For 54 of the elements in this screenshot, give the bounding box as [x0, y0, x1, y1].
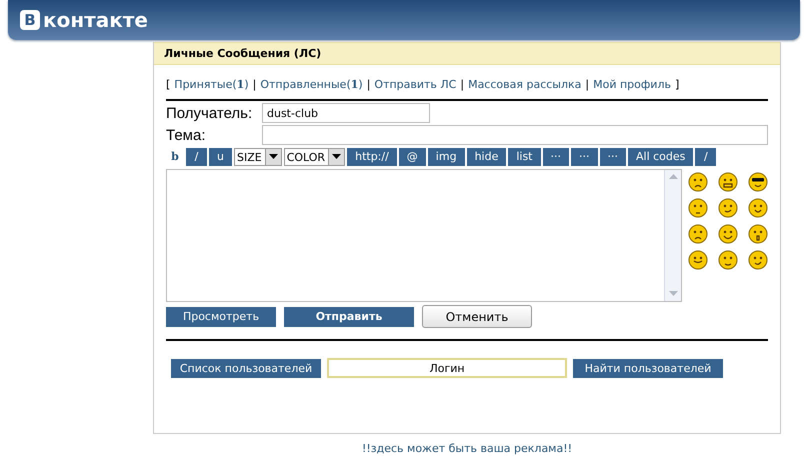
logo-text[interactable]: контакте: [43, 8, 148, 32]
format-dropdown[interactable]: SIZE: [234, 148, 282, 166]
format-button[interactable]: /: [695, 148, 716, 166]
format-button[interactable]: @: [398, 148, 426, 166]
nav-link[interactable]: Массовая рассылка: [468, 78, 582, 91]
subject-label: Тема:: [166, 126, 206, 144]
format-button[interactable]: All codes: [628, 148, 694, 166]
separator: |: [585, 78, 590, 91]
separator: |: [252, 78, 256, 91]
smiley-icon[interactable]: [688, 224, 708, 244]
format-button[interactable]: ···: [571, 148, 598, 166]
separator: |: [366, 78, 370, 91]
nav-link[interactable]: Отправленные(1): [260, 78, 363, 91]
bracket: ]: [674, 78, 680, 91]
smiley-icon[interactable]: [718, 250, 738, 270]
nav-link[interactable]: Принятые(1): [174, 78, 249, 91]
login-field[interactable]: Логин: [327, 358, 567, 378]
format-button[interactable]: /: [186, 148, 207, 166]
recipient-field[interactable]: dust-club: [262, 103, 430, 123]
smiley-icon[interactable]: [718, 224, 738, 244]
format-button[interactable]: hide: [466, 148, 506, 166]
smiley-icon[interactable]: [688, 172, 708, 192]
send-button[interactable]: Отправить: [284, 306, 414, 326]
format-button[interactable]: u: [209, 148, 232, 166]
dropdown-arrow-icon: [332, 154, 342, 160]
panel-title: Личные Сообщения (ЛС): [154, 42, 780, 65]
nav-link[interactable]: Мой профиль: [593, 78, 671, 91]
smiley-icon[interactable]: [718, 198, 738, 218]
smiley-icon[interactable]: [748, 250, 768, 270]
format-button[interactable]: ···: [600, 148, 626, 166]
subject-field[interactable]: [262, 125, 768, 145]
smiley-icon[interactable]: [748, 224, 768, 244]
bold-button[interactable]: b: [166, 148, 184, 166]
cancel-button[interactable]: Отменить: [422, 305, 532, 328]
smiley-icon[interactable]: [718, 172, 738, 192]
format-button[interactable]: http://: [347, 148, 397, 166]
nav-link[interactable]: Отправить ЛС: [374, 78, 456, 91]
bracket: [: [166, 78, 170, 91]
preview-button[interactable]: Просмотреть: [166, 306, 276, 326]
smiley-icon[interactable]: [688, 198, 708, 218]
smiley-icon[interactable]: [748, 198, 768, 218]
dropdown-arrow-icon: [268, 154, 278, 160]
find-users-button[interactable]: Найти пользователей: [573, 358, 723, 378]
smiley-icon[interactable]: [688, 250, 708, 270]
separator: |: [460, 78, 464, 91]
format-button[interactable]: ···: [542, 148, 569, 166]
logo-letter[interactable]: В: [20, 10, 40, 30]
recipient-label: Получатель:: [166, 104, 254, 122]
format-button[interactable]: list: [508, 148, 540, 166]
format-dropdown[interactable]: COLOR: [284, 148, 346, 166]
format-button[interactable]: img: [428, 148, 465, 166]
smiley-icon[interactable]: [748, 172, 768, 192]
user-list-button[interactable]: Список пользователей: [171, 358, 321, 378]
ad-text[interactable]: !!здесь может быть ваша реклама!!: [153, 442, 781, 455]
